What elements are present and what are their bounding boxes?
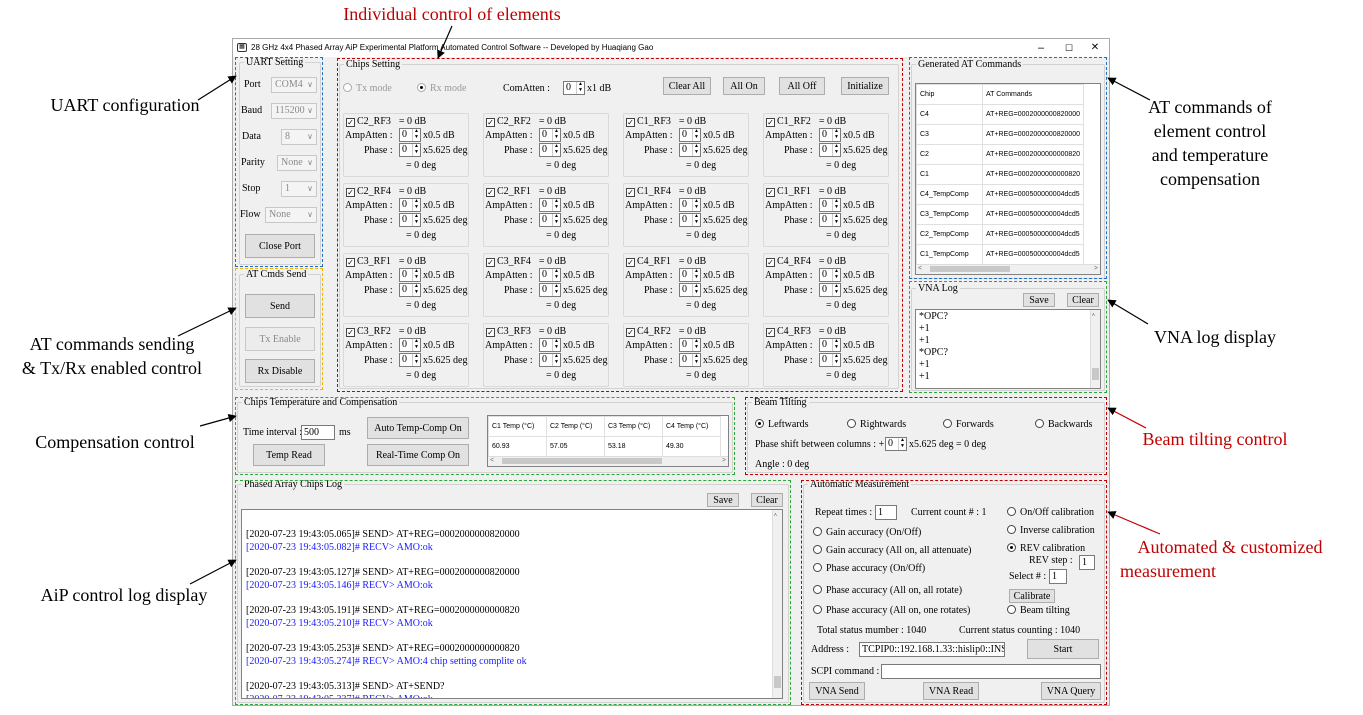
annotation-beam-tilting: Beam tilting control: [1142, 429, 1288, 449]
annotation-at-send-line1: AT commands sending: [29, 334, 195, 354]
generated-highlight-box: [909, 57, 1107, 279]
arrow-automated: [1107, 511, 1161, 535]
title-bar: ▦ 28 GHz 4x4 Phased Array AiP Experiment…: [233, 39, 1109, 57]
close-icon[interactable]: ✕: [1085, 39, 1105, 57]
minimize-icon[interactable]: –: [1031, 39, 1051, 57]
arrow-at-send: [177, 307, 237, 337]
annotation-aip-log: AiP control log display: [40, 585, 208, 605]
annotation-atcmds-line4: compensation: [1160, 169, 1260, 189]
beam-highlight-box: [745, 397, 1107, 475]
arrow-vna-log: [1107, 299, 1149, 325]
annotation-automated-line1: Automated & customized: [1137, 537, 1323, 557]
arrow-compensation: [199, 413, 237, 427]
annotation-uart: UART configuration: [50, 95, 200, 115]
at-send-highlight-box: [235, 268, 323, 390]
maximize-icon[interactable]: ☐: [1059, 39, 1079, 57]
arrow-beam: [1107, 407, 1147, 429]
annotation-vna-log: VNA log display: [1153, 327, 1276, 347]
annotation-atcmds-line2: element control: [1153, 121, 1267, 141]
window-title: 28 GHz 4x4 Phased Array AiP Experimental…: [251, 43, 654, 52]
app-icon: ▦: [237, 43, 247, 52]
annotation-individual-control: Individual control of elements: [343, 4, 561, 24]
app-window: ▦ 28 GHz 4x4 Phased Array AiP Experiment…: [232, 38, 1110, 706]
annotation-at-send-line2: & Tx/Rx enabled control: [21, 358, 203, 378]
uart-highlight-box: [235, 57, 323, 267]
annotation-automated-line2: measurement: [1120, 561, 1216, 581]
temp-highlight-box: [235, 397, 735, 475]
arrow-aip-log: [189, 559, 237, 585]
log-highlight-box: [235, 480, 791, 705]
vna-highlight-box: [909, 281, 1107, 393]
chips-highlight-box: [337, 58, 903, 392]
annotation-atcmds-line1: AT commands of: [1148, 97, 1272, 117]
annotation-atcmds-line3: and temperature: [1151, 145, 1269, 165]
annotation-compensation: Compensation control: [35, 432, 195, 452]
auto-highlight-box: [801, 480, 1107, 705]
